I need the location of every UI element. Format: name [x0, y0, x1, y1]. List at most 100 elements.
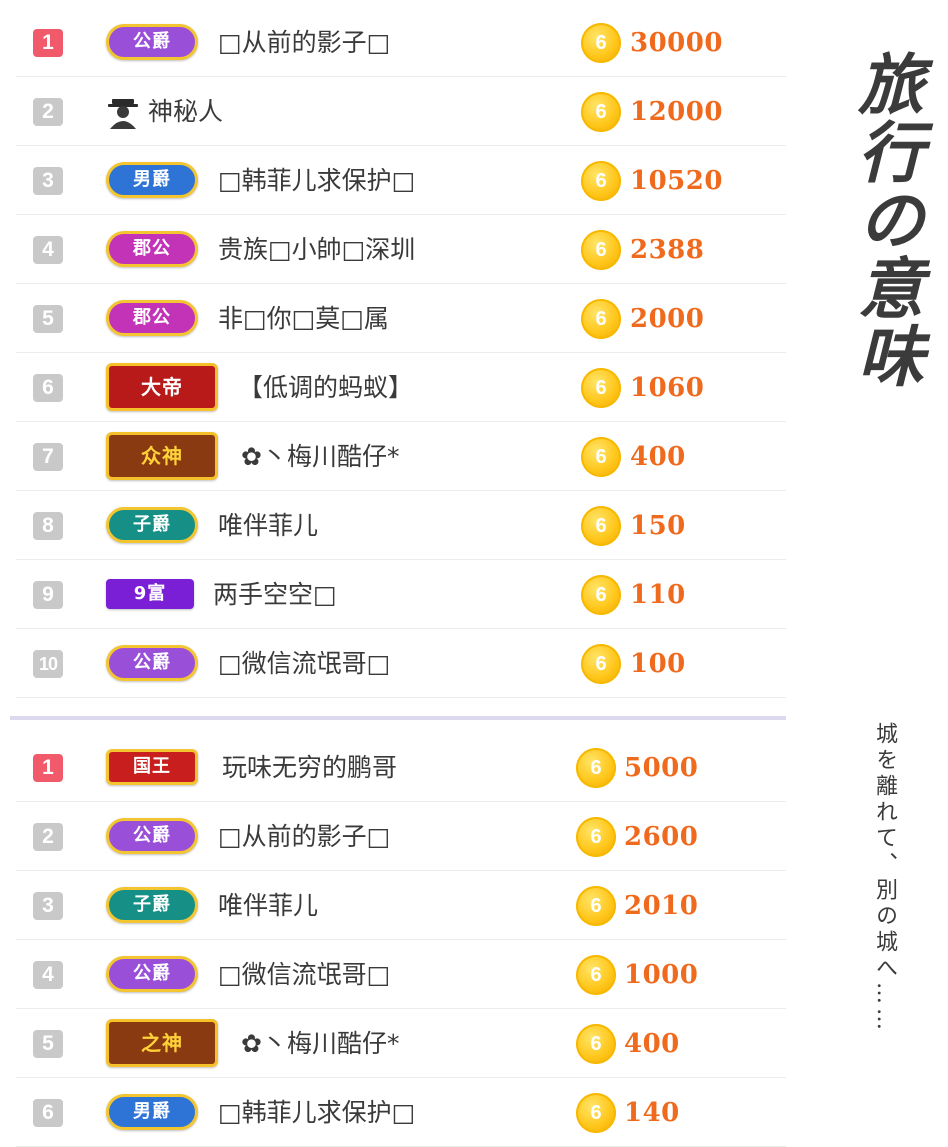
rank-badge: 5	[33, 305, 63, 333]
user-name[interactable]: □从前的影子□	[218, 26, 390, 60]
rank-badge: 1	[33, 29, 63, 57]
title-badge: 公爵	[106, 645, 198, 681]
user-name[interactable]: 非□你□莫□属	[218, 302, 389, 336]
user-name[interactable]: □微信流氓哥□	[218, 958, 390, 992]
coin-amount: 30000	[630, 28, 723, 58]
user-name[interactable]: 【低调的蚂蚁】	[238, 371, 413, 405]
side-title: 旅行の意味	[847, 50, 925, 390]
coin-icon: 6	[581, 161, 621, 201]
user-name[interactable]: □韩菲儿求保护□	[218, 1096, 415, 1130]
coin-amount: 150	[630, 511, 686, 541]
side-subtitle: 城を離れて、別の城へ……	[872, 722, 897, 1034]
coin-amount: 2010	[624, 891, 699, 921]
title-badge: 男爵	[106, 1094, 198, 1130]
leaderboard-bottom: 1 国王 玩味无穷的鹏哥 6 5000 2 公爵 □从前的影子□ 6 2600 …	[16, 733, 786, 1147]
title-badge: 大帝	[106, 363, 218, 411]
user-name[interactable]: 两手空空□	[213, 578, 337, 612]
coin-amount: 400	[630, 442, 686, 472]
title-badge: 男爵	[106, 162, 198, 198]
coin-icon: 6	[581, 368, 621, 408]
leaderboard-row[interactable]: 5 郡公 非□你□莫□属 6 2000	[16, 284, 786, 353]
rank-badge: 6	[33, 1099, 63, 1127]
user-name[interactable]: □韩菲儿求保护□	[218, 164, 415, 198]
coin-icon: 6	[581, 437, 621, 477]
coin-amount: 10520	[630, 166, 723, 196]
user-name[interactable]: 玩味无穷的鹏哥	[222, 751, 397, 785]
coin-icon: 6	[581, 506, 621, 546]
coin-amount: 12000	[630, 97, 723, 127]
leaderboard-row[interactable]: 8 子爵 唯伴菲儿 6 150	[16, 491, 786, 560]
coin-icon: 6	[576, 955, 616, 995]
leaderboard-row[interactable]: 4 郡公 贵族□小帥□深圳 6 2388	[16, 215, 786, 284]
title-badge: 子爵	[106, 887, 198, 923]
leaderboard-row[interactable]: 4 公爵 □微信流氓哥□ 6 1000	[16, 940, 786, 1009]
user-name[interactable]: □微信流氓哥□	[218, 647, 390, 681]
coin-icon: 6	[576, 1093, 616, 1133]
leaderboard-row[interactable]: 2 公爵 □从前的影子□ 6 2600	[16, 802, 786, 871]
title-badge: 子爵	[106, 507, 198, 543]
rank-badge: 10	[33, 650, 63, 678]
title-badge: 众神	[106, 432, 218, 480]
coin-icon: 6	[576, 817, 616, 857]
cut-off-row	[16, 698, 786, 708]
user-name[interactable]: 神秘人	[148, 95, 223, 129]
title-badge: 国王	[106, 749, 198, 785]
user-name[interactable]: ✿丶梅川酷仔*	[241, 440, 399, 474]
rank-badge: 2	[33, 98, 63, 126]
leaderboard-row[interactable]: 10 公爵 □微信流氓哥□ 6 100	[16, 629, 786, 698]
coin-amount: 140	[624, 1098, 680, 1128]
leaderboard-row[interactable]: 1 公爵 □从前的影子□ 6 30000	[16, 8, 786, 77]
leaderboard-row[interactable]: 1 国王 玩味无穷的鹏哥 6 5000	[16, 733, 786, 802]
coin-amount: 100	[630, 649, 686, 679]
section-divider	[10, 716, 786, 720]
user-name[interactable]: 唯伴菲儿	[218, 509, 318, 543]
leaderboard-row[interactable]: 3 子爵 唯伴菲儿 6 2010	[16, 871, 786, 940]
user-name[interactable]: 唯伴菲儿	[218, 889, 318, 923]
coin-icon: 6	[581, 92, 621, 132]
rank-badge: 9	[33, 581, 63, 609]
title-badge: 公爵	[106, 818, 198, 854]
coin-icon: 6	[581, 644, 621, 684]
rank-badge: 4	[33, 236, 63, 264]
title-badge: 郡公	[106, 231, 198, 267]
rank-badge: 3	[33, 167, 63, 195]
coin-amount: 1060	[630, 373, 705, 403]
coin-amount: 400	[624, 1029, 680, 1059]
user-name[interactable]: □从前的影子□	[218, 820, 390, 854]
rank-badge: 8	[33, 512, 63, 540]
coin-icon: 6	[576, 1024, 616, 1064]
leaderboard-row[interactable]: 6 男爵 □韩菲儿求保护□ 6 140	[16, 1078, 786, 1147]
leaderboard-top: 1 公爵 □从前的影子□ 6 30000 2 神秘人 6 12000 3 男爵 …	[16, 8, 786, 708]
coin-icon: 6	[581, 23, 621, 63]
coin-amount: 5000	[624, 753, 699, 783]
rank-badge: 5	[33, 1030, 63, 1058]
title-badge: 9富	[106, 579, 194, 609]
coin-amount: 1000	[624, 960, 699, 990]
leaderboard-row[interactable]: 6 大帝 【低调的蚂蚁】 6 1060	[16, 353, 786, 422]
leaderboard-row[interactable]: 5 之神 ✿丶梅川酷仔* 6 400	[16, 1009, 786, 1078]
rank-badge: 1	[33, 754, 63, 782]
rank-badge: 3	[33, 892, 63, 920]
incognito-avatar-icon	[106, 95, 140, 129]
title-badge: 之神	[106, 1019, 218, 1067]
rank-badge: 2	[33, 823, 63, 851]
leaderboard-row[interactable]: 2 神秘人 6 12000	[16, 77, 786, 146]
leaderboard-row[interactable]: 9 9富 两手空空□ 6 110	[16, 560, 786, 629]
coin-icon: 6	[581, 299, 621, 339]
leaderboard-row[interactable]: 7 众神 ✿丶梅川酷仔* 6 400	[16, 422, 786, 491]
user-name[interactable]: ✿丶梅川酷仔*	[241, 1027, 399, 1061]
coin-icon: 6	[581, 230, 621, 270]
leaderboard-row[interactable]: 3 男爵 □韩菲儿求保护□ 6 10520	[16, 146, 786, 215]
coin-amount: 2600	[624, 822, 699, 852]
coin-amount: 2000	[630, 304, 705, 334]
coin-icon: 6	[581, 575, 621, 615]
rank-badge: 6	[33, 374, 63, 402]
rank-badge: 4	[33, 961, 63, 989]
rank-badge: 7	[33, 443, 63, 471]
coin-amount: 2388	[630, 235, 705, 265]
coin-amount: 110	[630, 580, 686, 610]
user-name[interactable]: 贵族□小帥□深圳	[218, 233, 415, 267]
title-badge: 公爵	[106, 24, 198, 60]
coin-icon: 6	[576, 748, 616, 788]
coin-icon: 6	[576, 886, 616, 926]
